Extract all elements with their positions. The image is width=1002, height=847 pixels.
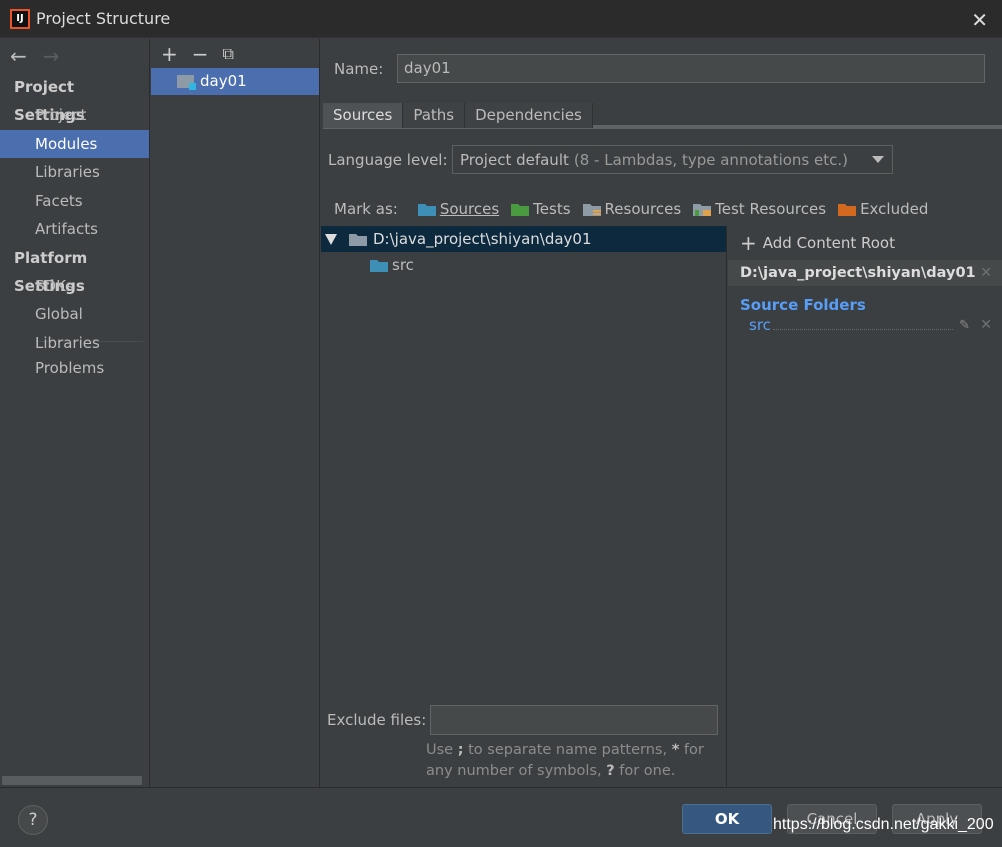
mark-as-row: Mark as: Sources Tests Resources Test Re… — [334, 200, 940, 218]
title-bar: IJ Project Structure ✕ — [0, 0, 1002, 38]
plus-icon: + — [740, 231, 757, 255]
language-level-label: Language level: — [328, 150, 448, 169]
content-roots-panel: + Add Content Root D:\java_project\shiya… — [728, 226, 1002, 788]
source-folder-icon — [370, 259, 388, 272]
language-level-select[interactable]: Project default (8 - Lambdas, type annot… — [452, 145, 893, 174]
nav-item-facets[interactable]: Facets — [0, 187, 149, 216]
nav-arrows: ← → — [0, 39, 149, 73]
exclude-files-row: Exclude files: — [327, 705, 718, 735]
nav-group-project-settings: Project Settings — [14, 78, 85, 124]
add-icon[interactable]: + — [161, 42, 178, 66]
tests-folder-icon — [511, 203, 530, 216]
window-title: Project Structure — [36, 9, 171, 28]
forward-arrow-icon[interactable]: → — [43, 44, 60, 68]
module-folder-icon — [177, 75, 196, 90]
test-resources-folder-icon — [693, 203, 712, 216]
source-folders-title: Source Folders — [740, 296, 866, 314]
mark-resources-button[interactable]: Resources — [582, 200, 682, 218]
language-level-detail: (8 - Lambdas, type annotations etc.) — [573, 150, 848, 169]
edit-pencil-icon[interactable]: ✎ — [959, 318, 970, 333]
folder-icon — [349, 233, 367, 246]
dotted-leader — [772, 320, 953, 330]
remove-source-icon[interactable]: ✕ — [980, 317, 992, 333]
chevron-down-icon — [872, 156, 884, 163]
dialog-footer: ? OK Cancel Apply https://blog.csdn.net/… — [0, 787, 1002, 847]
modules-toolbar: + − ⧉ — [151, 39, 319, 68]
resources-folder-icon — [582, 203, 601, 216]
expand-triangle-icon[interactable] — [325, 233, 337, 245]
remove-icon[interactable]: − — [192, 42, 209, 66]
source-folder-label: src — [749, 316, 771, 334]
mark-tests-button[interactable]: Tests — [511, 200, 571, 218]
language-level-value: Project default — [460, 150, 569, 169]
horizontal-scrollbar[interactable] — [2, 776, 142, 785]
nav-item-global-libraries[interactable]: Global Libraries — [0, 300, 149, 352]
watermark-text: https://blog.csdn.net/gakki_200 — [773, 816, 994, 833]
copy-icon[interactable]: ⧉ — [223, 44, 234, 64]
sources-folder-icon — [417, 203, 436, 216]
help-button[interactable]: ? — [18, 805, 48, 835]
mark-excluded-button[interactable]: Excluded — [838, 200, 928, 218]
mark-as-label: Mark as: — [334, 200, 398, 218]
remove-root-icon[interactable]: ✕ — [980, 265, 992, 281]
add-content-root-button[interactable]: + Add Content Root — [728, 226, 1002, 260]
source-folder-row[interactable]: src ✎ ✕ — [728, 314, 1002, 336]
tab-dependencies[interactable]: Dependencies — [465, 103, 593, 128]
language-level-row: Language level: Project default (8 - Lam… — [328, 145, 893, 174]
content-tree: D:\java_project\shiyan\day01 src Exclude… — [321, 226, 727, 788]
mark-test-resources-label: Test Resources — [715, 200, 827, 218]
module-settings: Name: day01 Sources Paths Dependencies L… — [321, 39, 1002, 788]
nav-item-artifacts[interactable]: Artifacts — [0, 215, 149, 244]
modules-panel: + − ⧉ day01 — [151, 39, 320, 787]
add-content-root-label: Add Content Root — [762, 234, 895, 252]
mark-excluded-label: Excluded — [860, 200, 929, 218]
mark-test-resources-button[interactable]: Test Resources — [693, 200, 826, 218]
tab-paths[interactable]: Paths — [403, 103, 466, 128]
intellij-icon: IJ — [10, 8, 30, 29]
tab-sources[interactable]: Sources — [323, 103, 404, 128]
tree-root-label: D:\java_project\shiyan\day01 — [373, 230, 592, 248]
left-navigation: ← → Project Settings Project Modules Lib… — [0, 39, 150, 787]
name-row: Name: day01 — [334, 54, 985, 83]
module-item-label: day01 — [200, 72, 247, 90]
ok-button[interactable]: OK — [682, 804, 772, 834]
tree-root-row[interactable]: D:\java_project\shiyan\day01 — [321, 226, 726, 252]
back-arrow-icon[interactable]: ← — [10, 44, 27, 68]
excluded-folder-icon — [838, 203, 857, 216]
nav-item-modules[interactable]: Modules — [0, 129, 149, 158]
close-icon[interactable]: ✕ — [971, 8, 988, 32]
content-root-path[interactable]: D:\java_project\shiyan\day01 ✕ — [728, 260, 1002, 286]
name-input[interactable]: day01 — [397, 54, 985, 83]
nav-item-problems[interactable]: Problems — [0, 354, 149, 383]
nav-item-libraries[interactable]: Libraries — [0, 158, 149, 187]
mark-tests-label: Tests — [533, 200, 571, 218]
exclude-files-input[interactable] — [430, 705, 718, 735]
nav-group-platform-settings: Platform Settings — [14, 248, 88, 295]
tree-child-row[interactable]: src — [321, 252, 726, 278]
mark-resources-label: Resources — [604, 200, 682, 218]
content-root-path-label: D:\java_project\shiyan\day01 — [740, 265, 976, 281]
exclude-files-hint: Use ; to separate name patterns, * for a… — [426, 742, 704, 779]
exclude-files-label: Exclude files: — [327, 711, 427, 729]
mark-sources-label: Sources — [439, 200, 500, 218]
tab-bar: Sources Paths Dependencies — [323, 103, 1002, 129]
mark-sources-button[interactable]: Sources — [417, 200, 500, 218]
tree-child-label: src — [392, 256, 414, 274]
name-label: Name: — [334, 59, 384, 78]
module-item[interactable]: day01 — [151, 68, 319, 95]
